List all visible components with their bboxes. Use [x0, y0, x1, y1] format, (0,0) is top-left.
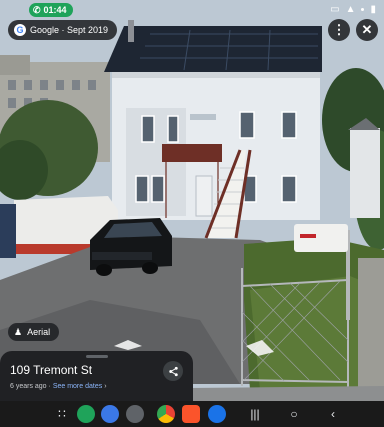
more-options-button[interactable]: ⋮ — [328, 19, 350, 41]
phone-icon: ✆ — [33, 4, 41, 15]
home-key[interactable]: ○ — [284, 404, 304, 424]
imagery-source-text: Google · Sept 2019 — [30, 25, 109, 35]
notification-dot-icon — [361, 8, 365, 11]
battery-icon: ▮ — [370, 4, 376, 15]
ongoing-call-chip[interactable]: ✆ 01:44 — [29, 3, 73, 17]
person-icon: ♟ — [14, 326, 23, 337]
close-icon: ✕ — [361, 22, 373, 37]
imagery-age: 6 years ago · — [10, 383, 53, 390]
recents-key[interactable]: ||| — [245, 404, 265, 424]
status-icons: ▭ ▲ ▮ — [330, 4, 376, 15]
aerial-view-button[interactable]: ♟ Aerial — [8, 323, 60, 341]
share-button[interactable] — [163, 361, 183, 381]
cast-icon: ▭ — [330, 4, 340, 15]
sheet-drag-handle[interactable] — [86, 355, 108, 358]
edge-app-icon[interactable] — [208, 405, 226, 423]
imagery-date-chip[interactable]: G Google · Sept 2019 — [8, 20, 118, 40]
aerial-label: Aerial — [27, 327, 51, 337]
google-logo-icon: G — [14, 24, 26, 36]
status-bar: ✆ 01:44 ▭ ▲ ▮ — [0, 0, 384, 20]
phone-app-icon[interactable] — [77, 405, 95, 423]
chrome-app-icon[interactable] — [157, 405, 175, 423]
back-key[interactable]: ‹ — [323, 404, 343, 424]
place-bottom-sheet[interactable]: 109 Tremont St 6 years ago · See more da… — [0, 351, 193, 401]
share-icon — [168, 366, 178, 376]
more-vert-icon: ⋮ — [332, 22, 346, 37]
signal-icon: ▲ — [345, 4, 356, 15]
chevron-right-icon: › — [104, 383, 107, 390]
place-address: 109 Tremont St — [10, 363, 93, 377]
camera-app-icon[interactable] — [126, 405, 144, 423]
call-timer: 01:44 — [43, 5, 67, 15]
launcher-icon[interactable]: ∷ — [52, 404, 72, 424]
see-more-dates-link[interactable]: See more dates — [53, 383, 102, 390]
close-button[interactable]: ✕ — [356, 19, 378, 41]
messages-app-icon[interactable] — [101, 405, 119, 423]
brave-app-icon[interactable] — [182, 405, 200, 423]
imagery-age-row: 6 years ago · See more dates › — [10, 383, 107, 390]
